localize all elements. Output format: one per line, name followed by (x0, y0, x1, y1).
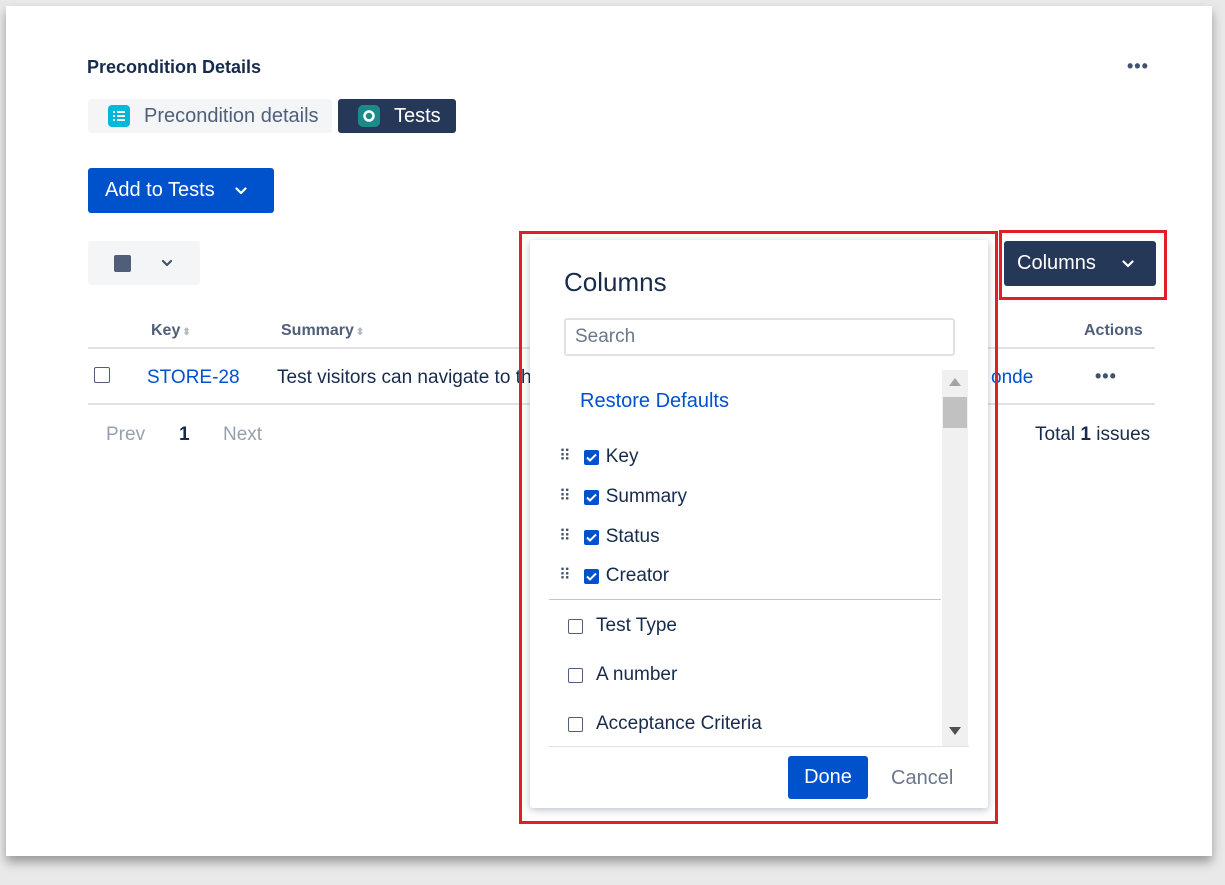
issue-summary: Test visitors can navigate to th (277, 367, 532, 388)
total-issues: Total 1 issues (1035, 424, 1151, 445)
tab-label: Tests (394, 104, 441, 127)
pagination-prev[interactable]: Prev (106, 424, 145, 446)
row-actions-icon[interactable]: ••• (1095, 366, 1117, 387)
sort-icon: ⬍ (182, 327, 191, 338)
issue-key-link[interactable]: STORE-28 (147, 367, 240, 389)
highlight-box-columns-button (999, 230, 1167, 300)
bulk-select-dropdown[interactable] (88, 241, 200, 285)
pagination-current[interactable]: 1 (179, 424, 190, 446)
chevron-down-icon (235, 186, 247, 194)
pagination-next[interactable]: Next (223, 424, 262, 446)
add-to-tests-button[interactable]: Add to Tests (88, 168, 274, 213)
select-all-checkbox[interactable] (114, 255, 131, 272)
chevron-down-icon[interactable] (160, 256, 174, 270)
list-icon (108, 105, 130, 127)
more-icon[interactable]: ••• (1127, 56, 1149, 77)
tab-tests[interactable]: Tests (338, 99, 456, 133)
test-icon (358, 105, 380, 127)
add-to-tests-label: Add to Tests (105, 179, 215, 201)
highlight-box-popup (519, 231, 998, 824)
column-header-actions: Actions (1084, 322, 1143, 339)
sort-icon: ⬍ (355, 327, 365, 338)
column-header-key[interactable]: Key ⬍ (151, 322, 191, 340)
column-header-summary[interactable]: Summary ⬍ (281, 322, 364, 340)
tab-label: Precondition details (144, 104, 319, 127)
page-title: Precondition Details (87, 57, 262, 77)
tab-precondition-details[interactable]: Precondition details (88, 99, 332, 133)
row-checkbox[interactable] (94, 367, 110, 383)
